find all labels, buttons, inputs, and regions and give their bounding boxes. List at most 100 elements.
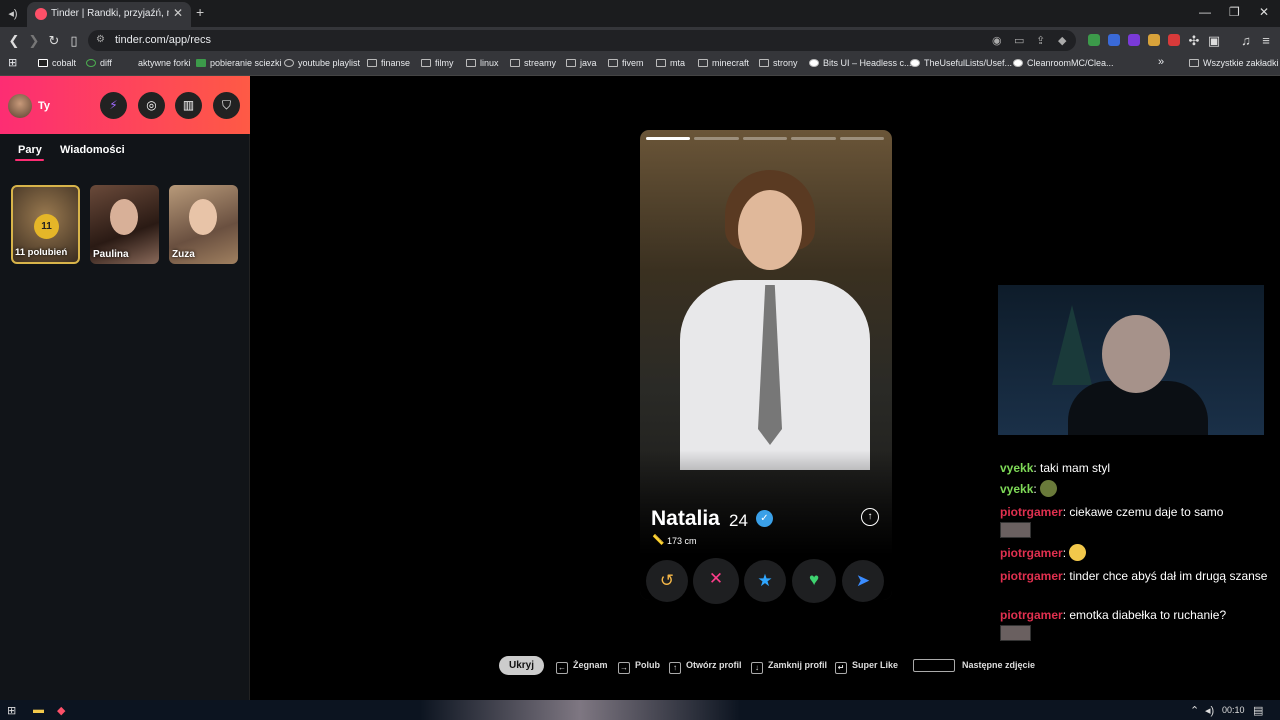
bookmark-item[interactable]: Bits UI – Headless c... xyxy=(809,58,912,68)
browser-tab[interactable]: Tinder | Randki, przyjaźń, nowe z ✕ xyxy=(27,2,191,27)
main-area: Natalia 24 ✓ ↑ 📏 173 cm ↺ ✕ ★ ♥ ➤ Ukryj … xyxy=(251,76,1280,700)
extension-icon[interactable] xyxy=(1108,34,1120,46)
apps-grid-icon[interactable]: ⊞ xyxy=(8,56,17,69)
sidepanel-icon[interactable]: ▣ xyxy=(1206,33,1222,49)
extension-icon[interactable] xyxy=(1148,34,1160,46)
match-photo xyxy=(189,199,217,235)
likes-you-card[interactable]: 11 11 polubień xyxy=(11,185,80,264)
profile-age: 24 xyxy=(729,511,748,530)
menu-icon[interactable]: ≡ xyxy=(1258,33,1274,48)
bookmark-item[interactable]: youtube playlist xyxy=(284,58,360,68)
share-icon[interactable]: ⇪ xyxy=(1036,34,1045,47)
shortcut-close-profile: ↓ Zamknij profil xyxy=(751,660,827,674)
chat-message: piotrgamer: tinder chce abyś dał im drug… xyxy=(1000,569,1268,583)
profile-name: Natalia xyxy=(651,507,720,530)
cast-icon[interactable]: ▭ xyxy=(1014,34,1024,47)
verified-badge-icon: ✓ xyxy=(756,510,773,527)
bookmark-item[interactable]: diff xyxy=(86,58,112,68)
boost-icon[interactable]: ⚡ xyxy=(100,92,127,119)
omnibox[interactable]: ⚙ tinder.com/app/recs ◉ ▭ ⇪ ◆ xyxy=(88,30,1076,51)
volume-icon[interactable]: ◂) xyxy=(1205,704,1214,717)
super-like-button[interactable]: ★ xyxy=(744,560,786,602)
tab-matches[interactable]: Pary xyxy=(18,144,42,156)
new-tab-button[interactable]: + xyxy=(196,4,204,20)
match-name: Zuza xyxy=(172,249,195,260)
bookmark-folder[interactable]: strony xyxy=(759,58,798,68)
minimize-icon[interactable]: — xyxy=(1199,5,1211,19)
username[interactable]: Ty xyxy=(38,100,50,112)
bookmark-folder[interactable]: mta xyxy=(656,58,685,68)
extension-icon[interactable] xyxy=(1128,34,1140,46)
chat-username: piotrgamer xyxy=(1000,608,1063,622)
boost-send-button[interactable]: ➤ xyxy=(842,560,884,602)
match-name: Paulina xyxy=(93,249,129,260)
tray-expand-icon[interactable]: ⌃ xyxy=(1190,704,1199,717)
bookmarks-overflow-icon[interactable]: » xyxy=(1158,56,1164,68)
profile-photo[interactable] xyxy=(670,170,870,470)
match-card-zuza[interactable]: Zuza xyxy=(169,185,238,264)
explore-compass-icon[interactable]: ◎ xyxy=(138,92,165,119)
browser-chrome: ◂) Tinder | Randki, przyjaźń, nowe z ✕ +… xyxy=(0,0,1280,76)
bookmark-folder[interactable]: finanse xyxy=(367,58,410,68)
arrow-up-key-icon: ↑ xyxy=(669,662,681,674)
brave-browser-icon[interactable]: ◆ xyxy=(57,704,65,717)
bookmark-item[interactable]: cobalt xyxy=(38,58,76,68)
avatar[interactable] xyxy=(8,94,32,118)
bookmark-folder[interactable]: java xyxy=(566,58,597,68)
nope-button[interactable]: ✕ xyxy=(693,558,739,604)
speaker-icon[interactable]: ◂) xyxy=(6,7,20,21)
ruler-icon: 📏 xyxy=(652,535,665,546)
bookmark-folder[interactable]: filmy xyxy=(421,58,454,68)
notifications-icon[interactable]: ▤ xyxy=(1253,704,1263,717)
extension-icon[interactable] xyxy=(1168,34,1180,46)
restore-icon[interactable]: ❐ xyxy=(1229,5,1240,19)
close-window-icon[interactable]: ✕ xyxy=(1259,5,1269,19)
extension-check-icon[interactable] xyxy=(1088,34,1100,46)
active-tab-indicator xyxy=(15,159,44,161)
bookmark-item[interactable]: aktywne forki xyxy=(124,58,191,68)
photo-progress-bar xyxy=(742,137,788,140)
shield-icon[interactable]: ◆ xyxy=(1058,34,1066,47)
back-icon[interactable]: ❮ xyxy=(6,33,22,49)
tab-messages[interactable]: Wiadomości xyxy=(60,144,125,156)
clock[interactable]: 00:10 xyxy=(1222,705,1245,715)
space-key-icon xyxy=(913,659,955,672)
url-text[interactable]: tinder.com/app/recs xyxy=(115,34,211,46)
bookmark-folder[interactable]: minecraft xyxy=(698,58,749,68)
extensions-puzzle-icon[interactable]: ✣ xyxy=(1186,33,1202,49)
briefcase-icon[interactable]: ▥ xyxy=(175,92,202,119)
chat-message: piotrgamer: emotka diabełka to ruchanie? xyxy=(1000,608,1227,622)
bookmark-item[interactable]: pobieranie sciezki xyxy=(196,58,282,68)
profile-card[interactable]: Natalia 24 ✓ ↑ 📏 173 cm xyxy=(640,130,892,600)
file-explorer-icon[interactable]: ▬ xyxy=(33,704,44,716)
arrow-down-key-icon: ↓ xyxy=(751,662,763,674)
bookmark-folder[interactable]: streamy xyxy=(510,58,556,68)
bookmark-star-icon[interactable]: ▯ xyxy=(66,33,82,49)
profile-height: 173 cm xyxy=(667,536,697,546)
bookmark-item[interactable]: CleanroomMC/Clea... xyxy=(1013,58,1114,68)
location-icon[interactable]: ◉ xyxy=(992,34,1002,47)
site-info-icon[interactable]: ⚙ xyxy=(96,34,105,45)
like-button[interactable]: ♥ xyxy=(792,559,836,603)
bookmark-folder[interactable]: linux xyxy=(466,58,499,68)
bookmark-item[interactable]: TheUsefulLists/Usef... xyxy=(910,58,1012,68)
media-icon[interactable]: ♫ xyxy=(1238,33,1254,48)
chat-username: piotrgamer xyxy=(1000,546,1063,560)
chat-emote-image xyxy=(1000,625,1031,641)
open-profile-arrow-icon[interactable]: ↑ xyxy=(861,508,879,526)
chat-message: piotrgamer: ciekawe czemu daje to samo xyxy=(1000,505,1224,519)
hide-shortcuts-button[interactable]: Ukryj xyxy=(499,656,544,675)
bookmark-folder[interactable]: fivem xyxy=(608,58,644,68)
enter-key-icon: ↵ xyxy=(835,662,847,674)
match-card-paulina[interactable]: Paulina xyxy=(90,185,159,264)
chat-username: piotrgamer xyxy=(1000,569,1063,583)
chat-username: vyekk xyxy=(1000,482,1034,496)
windows-start-icon[interactable]: ⊞ xyxy=(7,704,16,717)
arrow-right-key-icon: → xyxy=(618,662,630,674)
all-bookmarks-folder[interactable]: Wszystkie zakładki xyxy=(1189,58,1279,68)
forward-icon[interactable]: ❯ xyxy=(26,33,42,49)
reload-icon[interactable]: ↻ xyxy=(46,33,62,49)
safety-shield-icon[interactable]: ⛉ xyxy=(213,92,240,119)
rewind-button[interactable]: ↺ xyxy=(646,560,688,602)
close-tab-icon[interactable]: ✕ xyxy=(173,6,183,20)
